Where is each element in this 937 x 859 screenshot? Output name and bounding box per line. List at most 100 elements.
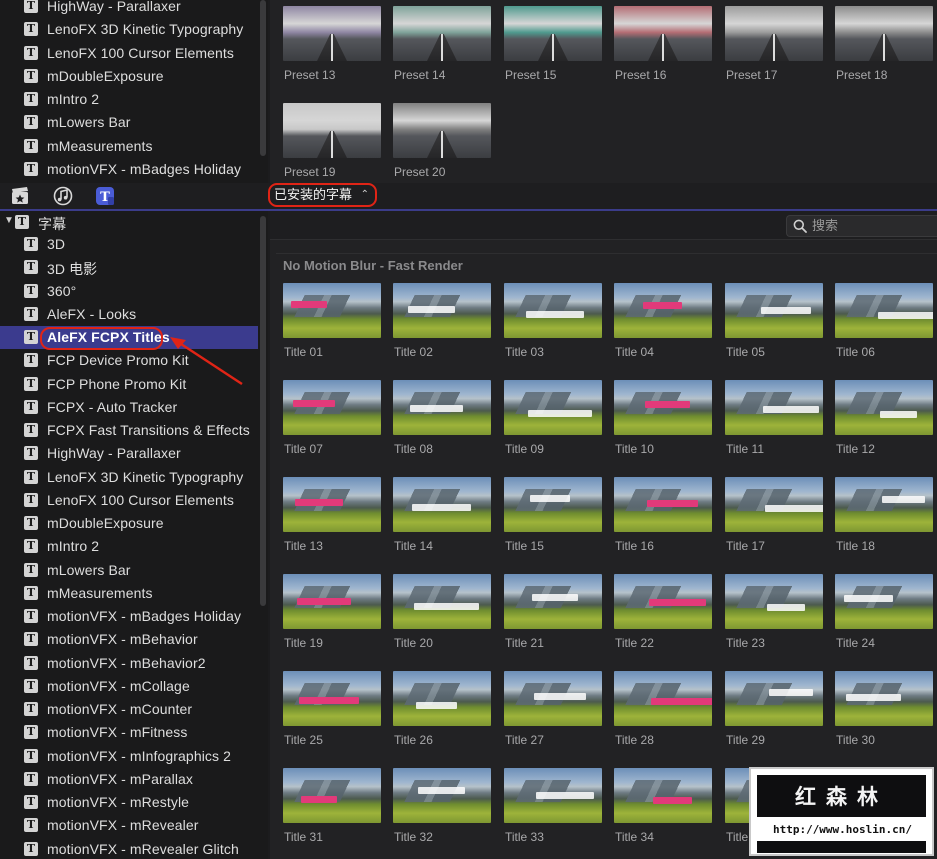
titles-icon[interactable]: T xyxy=(95,186,115,206)
sidebar-item[interactable]: TmLowers Bar xyxy=(0,559,258,582)
title-tile[interactable]: Title 10 xyxy=(614,380,712,456)
title-label: Title 03 xyxy=(505,345,544,359)
preset-tile[interactable]: Preset 14 xyxy=(393,6,491,82)
sidebar-item[interactable]: TmMeasurements xyxy=(0,582,258,605)
sidebar-item[interactable]: TmotionVFX - mBehavior xyxy=(0,628,258,651)
title-tile[interactable]: Title 04 xyxy=(614,283,712,359)
music-note-icon[interactable] xyxy=(53,186,73,206)
title-t-icon: T xyxy=(24,609,38,623)
up-down-chevron-icon: ⌃ xyxy=(360,189,369,200)
category-row-titles[interactable]: ▼ T 字幕 xyxy=(0,211,258,234)
title-tile[interactable]: Title 19 xyxy=(283,574,381,650)
title-tile[interactable]: Title 16 xyxy=(614,477,712,553)
title-tile[interactable]: Title 31 xyxy=(283,768,381,844)
sidebar-item-label: mLowers Bar xyxy=(47,561,131,578)
title-tile[interactable]: Title 28 xyxy=(614,671,712,747)
preset-tile[interactable]: Preset 17 xyxy=(725,6,823,82)
sidebar-item[interactable]: T LenoFX 100 Cursor Elements xyxy=(0,489,258,512)
title-thumbnail xyxy=(393,671,491,726)
title-tile[interactable]: Title 24 xyxy=(835,574,933,650)
title-tile[interactable]: Title 07 xyxy=(283,380,381,456)
title-tile[interactable]: Title 33 xyxy=(504,768,602,844)
sidebar-item[interactable]: TmotionVFX - mCounter xyxy=(0,698,258,721)
sidebar-item[interactable]: TmotionVFX - mBadges Holiday xyxy=(0,605,258,628)
top-sidebar-item[interactable]: TmotionVFX - mBadges Holiday xyxy=(0,158,258,181)
top-sidebar-item[interactable]: TmIntro 2 xyxy=(0,88,258,111)
preset-tile[interactable]: Preset 13 xyxy=(283,6,381,82)
title-tile[interactable]: Title 22 xyxy=(614,574,712,650)
title-tile[interactable]: Title 06 xyxy=(835,283,933,359)
sidebar-item[interactable]: TmotionVFX - mBehavior2 xyxy=(0,652,258,675)
preset-tile[interactable]: Preset 19 xyxy=(283,103,381,179)
sidebar-item[interactable]: T AleFX - Looks xyxy=(0,303,258,326)
title-tile[interactable]: Title 09 xyxy=(504,380,602,456)
top-sidebar-item[interactable]: TmMeasurements xyxy=(0,135,258,158)
title-label: Title 24 xyxy=(836,636,875,650)
title-overlay-bar xyxy=(649,599,706,606)
top-sidebar-item[interactable]: T LenoFX 3D Kinetic Typography xyxy=(0,18,258,41)
title-tile[interactable]: Title 01 xyxy=(283,283,381,359)
title-t-icon: T xyxy=(24,161,38,176)
title-overlay-bar xyxy=(299,697,359,704)
sidebar-item[interactable]: T 3D 电影 xyxy=(0,256,258,279)
disclosure-triangle-icon[interactable]: ▼ xyxy=(4,215,14,226)
top-sidebar-scrollbar[interactable] xyxy=(260,0,266,156)
sidebar-item[interactable]: T FCP Device Promo Kit xyxy=(0,349,258,372)
bottom-sidebar-scrollbar[interactable] xyxy=(260,216,266,606)
clapper-star-icon[interactable] xyxy=(10,186,30,206)
sidebar-item[interactable]: T FCPX Fast Transitions & Effects xyxy=(0,419,258,442)
preset-tile[interactable]: Preset 20 xyxy=(393,103,491,179)
title-tile[interactable]: Title 18 xyxy=(835,477,933,553)
title-tile[interactable]: Title 34 xyxy=(614,768,712,844)
top-sidebar-item[interactable]: T LenoFX 100 Cursor Elements xyxy=(0,42,258,65)
sidebar-item[interactable]: TmotionVFX - mParallax xyxy=(0,768,258,791)
title-thumbnail xyxy=(725,283,823,338)
title-label: Title 20 xyxy=(394,636,433,650)
title-tile[interactable]: Title 15 xyxy=(504,477,602,553)
sidebar-item[interactable]: TmotionVFX - mRevealer Glitch xyxy=(0,838,258,859)
title-label: Title 23 xyxy=(726,636,765,650)
sidebar-item[interactable]: TmIntro 2 xyxy=(0,535,258,558)
preset-tile[interactable]: Preset 18 xyxy=(835,6,933,82)
title-tile[interactable]: Title 30 xyxy=(835,671,933,747)
title-tile[interactable]: Title 05 xyxy=(725,283,823,359)
title-tile[interactable]: Title 14 xyxy=(393,477,491,553)
title-t-icon: T xyxy=(24,469,38,484)
sidebar-item[interactable]: T FCPX - Auto Tracker xyxy=(0,396,258,419)
title-tile[interactable]: Title 08 xyxy=(393,380,491,456)
title-tile[interactable]: Title 03 xyxy=(504,283,602,359)
title-t-icon: T xyxy=(24,353,38,368)
sidebar-item[interactable]: T 360° xyxy=(0,280,258,303)
preset-tile[interactable]: Preset 15 xyxy=(504,6,602,82)
sidebar-item[interactable]: TmotionVFX - mInfographics 2 xyxy=(0,745,258,768)
title-tile[interactable]: Title 32 xyxy=(393,768,491,844)
sidebar-item[interactable]: TmotionVFX - mFitness xyxy=(0,721,258,744)
sidebar-item[interactable]: TmDoubleExposure xyxy=(0,512,258,535)
title-tile[interactable]: Title 21 xyxy=(504,574,602,650)
top-sidebar-item[interactable]: T HighWay - Parallaxer xyxy=(0,0,258,18)
sidebar-item[interactable]: T HighWay - Parallaxer xyxy=(0,442,258,465)
sidebar-item[interactable]: TmotionVFX - mCollage xyxy=(0,675,258,698)
sidebar-item[interactable]: T LenoFX 3D Kinetic Typography xyxy=(0,466,258,489)
title-tile[interactable]: Title 29 xyxy=(725,671,823,747)
title-tile[interactable]: Title 23 xyxy=(725,574,823,650)
sidebar-item[interactable]: T AleFX FCPX Titles xyxy=(0,326,258,349)
title-tile[interactable]: Title 11 xyxy=(725,380,823,456)
preset-tile[interactable]: Preset 16 xyxy=(614,6,712,82)
sidebar-item[interactable]: TmotionVFX - mRevealer xyxy=(0,814,258,837)
sidebar-item[interactable]: TmotionVFX - mRestyle xyxy=(0,791,258,814)
sidebar-item[interactable]: T FCP Phone Promo Kit xyxy=(0,373,258,396)
top-sidebar-item[interactable]: TmDoubleExposure xyxy=(0,65,258,88)
installed-titles-popup[interactable]: 已安装的字幕 ⌃ xyxy=(268,183,377,207)
title-tile[interactable]: Title 25 xyxy=(283,671,381,747)
search-input[interactable] xyxy=(812,216,932,236)
title-tile[interactable]: Title 27 xyxy=(504,671,602,747)
title-tile[interactable]: Title 20 xyxy=(393,574,491,650)
title-tile[interactable]: Title 02 xyxy=(393,283,491,359)
title-tile[interactable]: Title 17 xyxy=(725,477,823,553)
title-tile[interactable]: Title 26 xyxy=(393,671,491,747)
top-sidebar-item[interactable]: TmLowers Bar xyxy=(0,111,258,134)
title-tile[interactable]: Title 13 xyxy=(283,477,381,553)
title-tile[interactable]: Title 12 xyxy=(835,380,933,456)
sidebar-item[interactable]: T 3D xyxy=(0,233,258,256)
